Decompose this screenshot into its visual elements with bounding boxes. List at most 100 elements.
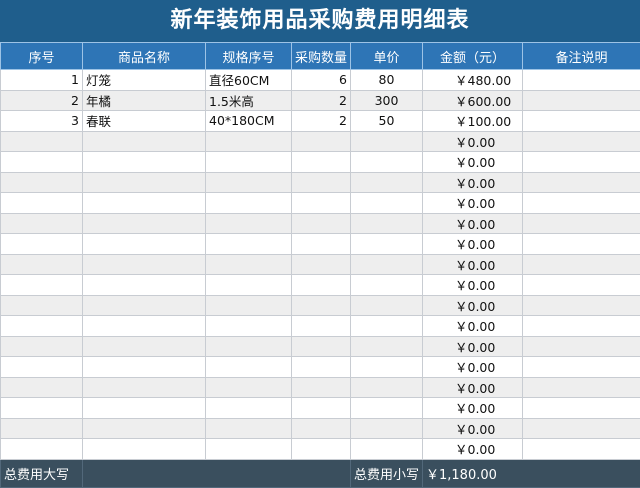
cell-qty[interactable] <box>292 254 351 275</box>
cell-no[interactable] <box>1 418 83 439</box>
cell-amount[interactable]: ￥0.00 <box>423 336 523 357</box>
cell-note[interactable] <box>523 152 640 173</box>
total-upper-value[interactable] <box>83 459 351 487</box>
cell-qty[interactable] <box>292 213 351 234</box>
cell-amount[interactable]: ￥100.00 <box>423 111 523 132</box>
cell-qty[interactable] <box>292 418 351 439</box>
cell-no[interactable]: 1 <box>1 70 83 91</box>
cell-name[interactable] <box>83 234 206 255</box>
cell-spec[interactable] <box>206 295 292 316</box>
cell-spec[interactable] <box>206 336 292 357</box>
cell-price[interactable] <box>351 275 423 296</box>
cell-note[interactable] <box>523 193 640 214</box>
cell-qty[interactable] <box>292 316 351 337</box>
cell-qty[interactable] <box>292 398 351 419</box>
cell-spec[interactable] <box>206 213 292 234</box>
cell-no[interactable] <box>1 377 83 398</box>
cell-no[interactable] <box>1 234 83 255</box>
cell-name[interactable] <box>83 357 206 378</box>
cell-spec[interactable]: 40*180CM <box>206 111 292 132</box>
cell-qty[interactable]: 6 <box>292 70 351 91</box>
cell-note[interactable] <box>523 254 640 275</box>
cell-qty[interactable] <box>292 336 351 357</box>
header-no[interactable]: 序号 <box>1 43 83 70</box>
cell-name[interactable]: 灯笼 <box>83 70 206 91</box>
cell-spec[interactable] <box>206 398 292 419</box>
cell-amount[interactable]: ￥0.00 <box>423 254 523 275</box>
cell-no[interactable]: 2 <box>1 90 83 111</box>
cell-name[interactable] <box>83 398 206 419</box>
cell-amount[interactable]: ￥0.00 <box>423 131 523 152</box>
cell-no[interactable] <box>1 275 83 296</box>
cell-price[interactable]: 80 <box>351 70 423 91</box>
cell-spec[interactable] <box>206 193 292 214</box>
cell-no[interactable] <box>1 357 83 378</box>
cell-amount[interactable]: ￥0.00 <box>423 213 523 234</box>
cell-name[interactable] <box>83 152 206 173</box>
header-spec[interactable]: 规格序号 <box>206 43 292 70</box>
cell-price[interactable] <box>351 336 423 357</box>
cell-name[interactable]: 年橘 <box>83 90 206 111</box>
cell-price[interactable] <box>351 254 423 275</box>
cell-note[interactable] <box>523 213 640 234</box>
cell-spec[interactable] <box>206 377 292 398</box>
cell-no[interactable] <box>1 254 83 275</box>
cell-qty[interactable] <box>292 439 351 460</box>
cell-no[interactable] <box>1 213 83 234</box>
cell-name[interactable] <box>83 193 206 214</box>
cell-spec[interactable] <box>206 316 292 337</box>
header-qty[interactable]: 采购数量 <box>292 43 351 70</box>
cell-price[interactable]: 300 <box>351 90 423 111</box>
header-name[interactable]: 商品名称 <box>83 43 206 70</box>
cell-amount[interactable]: ￥0.00 <box>423 398 523 419</box>
cell-no[interactable] <box>1 336 83 357</box>
header-amount[interactable]: 金额（元） <box>423 43 523 70</box>
total-lower-label[interactable]: 总费用小写 <box>351 459 423 487</box>
cell-no[interactable] <box>1 131 83 152</box>
cell-price[interactable] <box>351 295 423 316</box>
cell-name[interactable] <box>83 131 206 152</box>
cell-name[interactable] <box>83 213 206 234</box>
cell-price[interactable] <box>351 418 423 439</box>
cell-note[interactable] <box>523 70 640 91</box>
cell-spec[interactable] <box>206 152 292 173</box>
cell-spec[interactable]: 直径60CM <box>206 70 292 91</box>
cell-amount[interactable]: ￥480.00 <box>423 70 523 91</box>
cell-note[interactable] <box>523 316 640 337</box>
header-price[interactable]: 单价 <box>351 43 423 70</box>
cell-amount[interactable]: ￥0.00 <box>423 152 523 173</box>
cell-amount[interactable]: ￥0.00 <box>423 275 523 296</box>
cell-note[interactable] <box>523 234 640 255</box>
cell-price[interactable] <box>351 377 423 398</box>
cell-amount[interactable]: ￥0.00 <box>423 418 523 439</box>
cell-note[interactable] <box>523 172 640 193</box>
cell-qty[interactable] <box>292 234 351 255</box>
cell-amount[interactable]: ￥600.00 <box>423 90 523 111</box>
cell-amount[interactable]: ￥0.00 <box>423 172 523 193</box>
cell-qty[interactable] <box>292 193 351 214</box>
cell-name[interactable] <box>83 295 206 316</box>
cell-no[interactable]: 3 <box>1 111 83 132</box>
cell-qty[interactable] <box>292 172 351 193</box>
cell-no[interactable] <box>1 398 83 419</box>
cell-price[interactable] <box>351 439 423 460</box>
cell-name[interactable] <box>83 172 206 193</box>
cell-note[interactable] <box>523 336 640 357</box>
total-upper-label[interactable]: 总费用大写 <box>1 459 83 487</box>
cell-qty[interactable]: 2 <box>292 90 351 111</box>
cell-amount[interactable]: ￥0.00 <box>423 193 523 214</box>
cell-note[interactable] <box>523 398 640 419</box>
cell-qty[interactable] <box>292 152 351 173</box>
total-lower-value[interactable]: ￥1,180.00 <box>423 459 640 487</box>
cell-no[interactable] <box>1 295 83 316</box>
cell-qty[interactable] <box>292 131 351 152</box>
cell-note[interactable] <box>523 275 640 296</box>
cell-name[interactable] <box>83 254 206 275</box>
cell-price[interactable] <box>351 152 423 173</box>
cell-note[interactable] <box>523 111 640 132</box>
cell-name[interactable] <box>83 418 206 439</box>
cell-no[interactable] <box>1 172 83 193</box>
cell-no[interactable] <box>1 152 83 173</box>
cell-note[interactable] <box>523 131 640 152</box>
cell-amount[interactable]: ￥0.00 <box>423 439 523 460</box>
